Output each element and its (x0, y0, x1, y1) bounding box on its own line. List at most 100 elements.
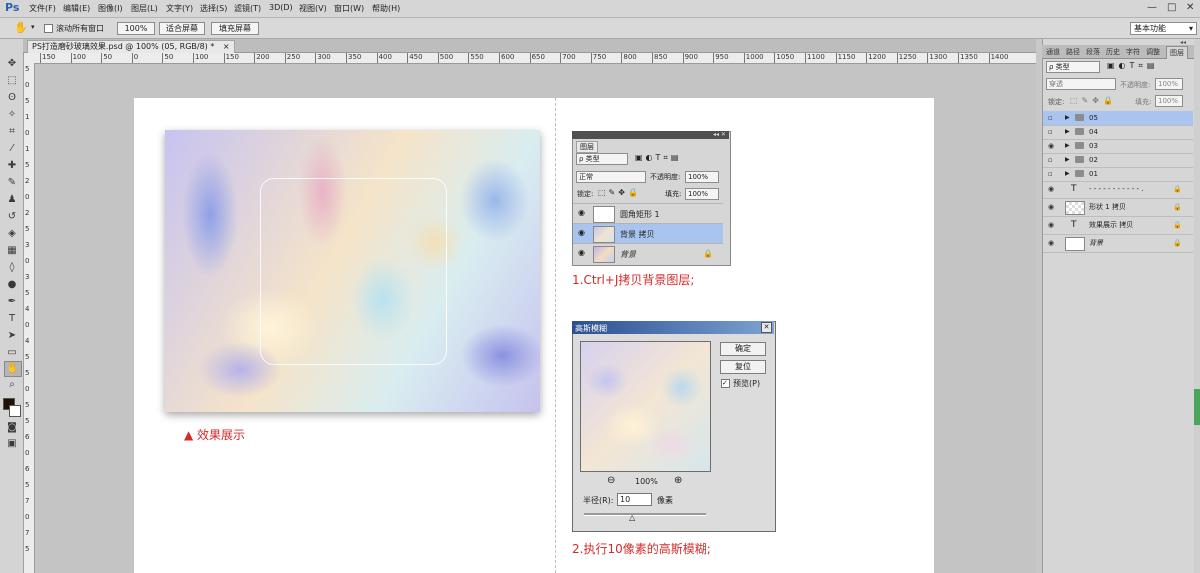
tab-adjustments[interactable]: 调整 (1146, 47, 1160, 57)
folder-icon (1075, 114, 1084, 121)
radius-input[interactable]: 10 (617, 493, 652, 506)
close-icon[interactable]: ✕ (1186, 2, 1194, 13)
panel-scrollbar-thumb[interactable] (1194, 389, 1200, 425)
tab-history[interactable]: 历史 (1106, 47, 1120, 57)
tab-channels[interactable]: 通道 (1046, 47, 1060, 57)
zoom-tool-icon[interactable]: ⌕ (4, 378, 20, 392)
layer-row-02[interactable]: ▫ ▶ 02 (1043, 153, 1193, 168)
layer-row-04[interactable]: ▫ ▶ 04 (1043, 125, 1193, 140)
hand-icon[interactable]: ✋ (14, 21, 28, 34)
mini-layer-name: 背景 拷贝 (620, 230, 655, 239)
eye-icon[interactable]: ◉ (1048, 217, 1054, 234)
ruler-tick (499, 53, 500, 63)
layer-row-03[interactable]: ◉ ▶ 03 (1043, 139, 1193, 154)
expand-arrow-icon[interactable]: ▶ (1065, 139, 1070, 153)
screen-mode-icon[interactable]: ▣ (4, 437, 20, 451)
layer-row-01[interactable]: ▫ ▶ 01 (1043, 167, 1193, 182)
zoom-in-icon[interactable]: ⊕ (674, 475, 682, 486)
tab-paths[interactable]: 路径 (1066, 47, 1080, 57)
menu-file[interactable]: 文件(F) (29, 3, 56, 14)
visibility-toggle[interactable]: ▫ (1048, 153, 1053, 167)
radius-slider-handle[interactable]: △ (629, 513, 635, 522)
preview-checkbox[interactable]: ✓ (721, 379, 730, 388)
close-tab-icon[interactable]: × (223, 42, 230, 51)
crop-tool-icon[interactable]: ⌗ (4, 125, 20, 139)
expand-arrow-icon[interactable]: ▶ (1065, 111, 1070, 125)
zoom-100-button[interactable]: 100% (117, 22, 155, 35)
zoom-out-icon[interactable]: ⊖ (607, 475, 615, 486)
opacity-input[interactable]: 100% (1155, 78, 1183, 90)
ruler-label: 3 (25, 273, 30, 281)
lock-icons[interactable]: ⬚✎✥🔒 (1070, 96, 1117, 105)
kind-filter-select[interactable]: ρ 类型 (1046, 61, 1100, 73)
clone-stamp-icon[interactable]: ♟ (4, 193, 20, 207)
fit-screen-button[interactable]: 适合屏幕 (159, 22, 205, 35)
menu-3d[interactable]: 3D(D) (269, 3, 293, 12)
tab-paragraph[interactable]: 段落 (1086, 47, 1100, 57)
layer-row-effect-text[interactable]: ◉ T 效果展示 拷贝 🔒 (1043, 217, 1193, 235)
expand-arrow-icon[interactable]: ▶ (1065, 125, 1070, 139)
expand-arrow-icon[interactable]: ▶ (1065, 153, 1070, 167)
blend-mode-select[interactable]: 穿透 (1046, 78, 1116, 90)
visibility-toggle[interactable]: ▫ (1048, 111, 1053, 125)
menu-edit[interactable]: 编辑(E) (63, 3, 90, 14)
tab-character[interactable]: 字符 (1126, 47, 1140, 57)
move-tool-icon[interactable]: ✥ (4, 57, 20, 71)
eyedropper-icon[interactable]: ⁄ (4, 142, 20, 156)
horizontal-ruler[interactable]: 150 100 50 0 50 100 150 200 250 300 350 400 450 500 55… (38, 53, 1036, 64)
minimize-icon[interactable]: — (1147, 2, 1157, 13)
chevron-down-icon[interactable]: ▾ (31, 23, 35, 31)
eraser-icon[interactable]: ◈ (4, 227, 20, 241)
ok-button[interactable]: 确定 (720, 342, 766, 356)
menu-help[interactable]: 帮助(H) (372, 3, 400, 14)
magic-wand-icon[interactable]: ✧ (4, 108, 20, 122)
tab-layers[interactable]: 图层 (1166, 46, 1188, 59)
layer-row-05[interactable]: ▫ ▶ 05 (1043, 111, 1193, 126)
fill-screen-button[interactable]: 填充屏幕 (211, 22, 259, 35)
blur-preview-window[interactable] (580, 341, 711, 472)
shape-tool-icon[interactable]: ▭ (4, 346, 20, 360)
hand-tool-icon[interactable]: ✋ (4, 361, 22, 377)
menu-type[interactable]: 文字(Y) (166, 3, 193, 14)
vertical-ruler[interactable]: 5051015202530354045505560657075 (24, 63, 35, 573)
document-tab[interactable]: PS打造磨砂玻璃效果.psd @ 100% (05, RGB/8) * × (27, 40, 235, 53)
type-tool-icon[interactable]: T (4, 312, 20, 326)
lasso-tool-icon[interactable]: ʘ (4, 91, 20, 105)
dialog-close-icon[interactable]: ✕ (761, 322, 772, 333)
layer-row-background[interactable]: ◉ 背景 🔒 (1043, 235, 1193, 253)
quick-mask-icon[interactable]: ◙ (4, 421, 20, 435)
eye-icon[interactable]: ◉ (1048, 199, 1054, 216)
marquee-tool-icon[interactable]: ⬚ (4, 74, 20, 88)
blur-tool-icon[interactable]: ◊ (4, 261, 20, 275)
eye-icon[interactable]: ◉ (1048, 139, 1054, 153)
menu-view[interactable]: 视图(V) (299, 3, 327, 14)
layer-row-shape[interactable]: ◉ 形状 1 拷贝 🔒 (1043, 199, 1193, 217)
eye-icon[interactable]: ◉ (1048, 235, 1054, 252)
history-brush-icon[interactable]: ↺ (4, 210, 20, 224)
menu-select[interactable]: 选择(S) (200, 3, 227, 14)
panel-scrollbar[interactable] (1194, 39, 1200, 573)
visibility-toggle[interactable]: ▫ (1048, 167, 1053, 181)
menu-layer[interactable]: 图层(L) (131, 3, 158, 14)
layer-row-dashes[interactable]: ◉ T - - - - - - - - - - - . 🔒 (1043, 181, 1193, 199)
eye-icon[interactable]: ◉ (1048, 181, 1054, 198)
brush-tool-icon[interactable]: ✎ (4, 176, 20, 190)
fill-input[interactable]: 100% (1155, 95, 1183, 107)
background-color-swatch[interactable] (9, 405, 21, 417)
filter-icons[interactable]: ▣◐T⌗▤ (1107, 61, 1159, 71)
expand-arrow-icon[interactable]: ▶ (1065, 167, 1070, 181)
path-selection-icon[interactable]: ➤ (4, 329, 20, 343)
radius-slider-track[interactable] (584, 513, 706, 516)
menu-window[interactable]: 窗口(W) (334, 3, 364, 14)
healing-brush-icon[interactable]: ✚ (4, 159, 20, 173)
menu-filter[interactable]: 滤镜(T) (234, 3, 261, 14)
dodge-tool-icon[interactable]: ● (4, 278, 20, 292)
reset-button[interactable]: 复位 (720, 360, 766, 374)
workspace-select[interactable]: 基本功能 ▾ (1130, 22, 1197, 35)
pen-tool-icon[interactable]: ✒ (4, 295, 20, 309)
visibility-toggle[interactable]: ▫ (1048, 125, 1053, 139)
maximize-icon[interactable]: □ (1167, 2, 1176, 13)
gradient-tool-icon[interactable]: ▦ (4, 244, 20, 258)
menu-image[interactable]: 图像(I) (98, 3, 123, 14)
scroll-all-windows-checkbox[interactable] (44, 24, 53, 33)
